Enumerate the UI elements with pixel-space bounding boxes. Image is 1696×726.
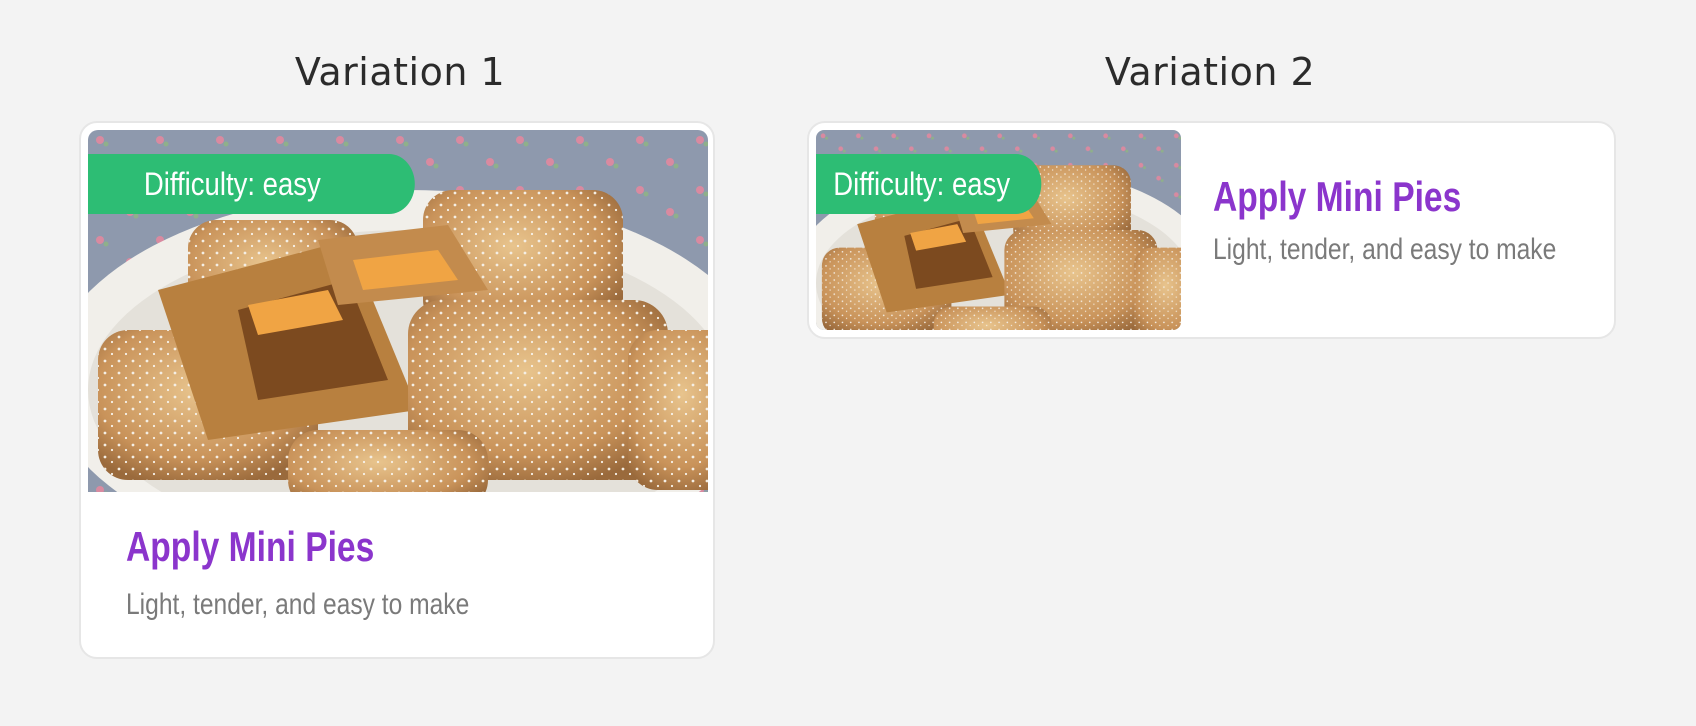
recipe-card-horizontal[interactable]: Difficulty: easy Apply Mini Pies Light, … <box>807 121 1616 339</box>
difficulty-badge: Difficulty: easy <box>816 154 1042 214</box>
recipe-subtitle: Light, tender, and easy to make <box>1213 233 1557 266</box>
variation-2-heading: Variation 2 <box>1104 50 1316 94</box>
recipe-subtitle: Light, tender, and easy to make <box>126 588 470 621</box>
recipe-card-vertical[interactable]: Difficulty: easy Apply Mini Pies Light, … <box>79 121 715 659</box>
recipe-title[interactable]: Apply Mini Pies <box>1213 173 1461 221</box>
difficulty-badge: Difficulty: easy <box>88 154 415 214</box>
variation-1-heading: Variation 1 <box>294 50 506 94</box>
recipe-title[interactable]: Apply Mini Pies <box>126 523 374 571</box>
